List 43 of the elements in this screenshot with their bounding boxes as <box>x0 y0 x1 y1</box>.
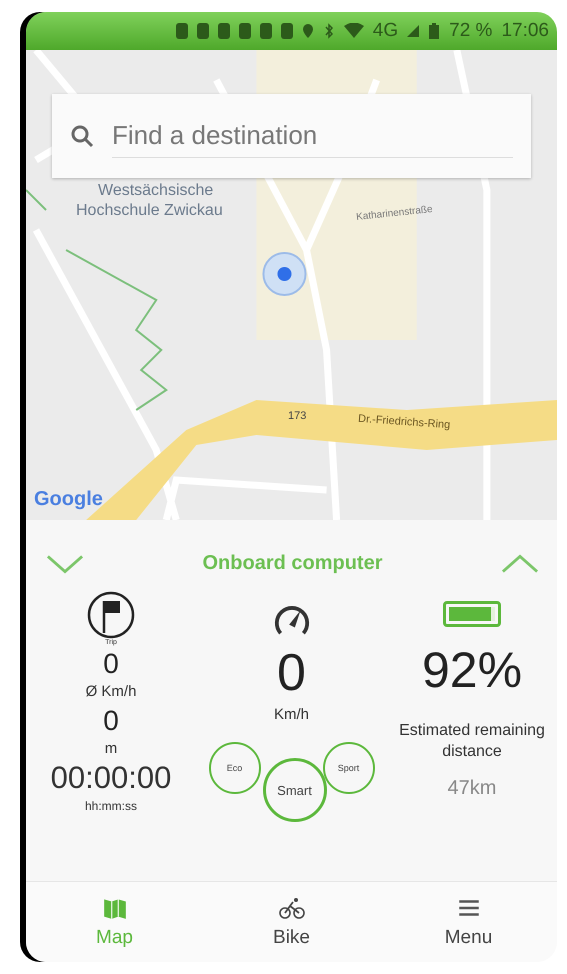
chevron-up-icon[interactable] <box>500 554 539 574</box>
map-label: Katharinenstraße <box>356 204 434 223</box>
network-type: 4G <box>372 20 398 42</box>
notification-icon <box>196 23 209 39</box>
riding-mode-button[interactable]: Smart <box>262 758 326 822</box>
notification-icon <box>218 23 230 39</box>
nav-tab[interactable]: Bike <box>203 882 380 962</box>
map-label: 173 <box>288 410 306 422</box>
search-field[interactable]: Find a destination <box>112 114 513 158</box>
speed-value: 0 <box>277 643 306 703</box>
remaining-distance-label: Estimated remaining distance <box>398 721 546 762</box>
notification-icon <box>238 23 251 39</box>
bicycle-icon <box>278 895 306 921</box>
notification-icon <box>176 23 188 39</box>
average-speed-unit: Ø Km/h <box>86 683 136 700</box>
remaining-distance-value: 47km <box>448 776 496 800</box>
flag-icon <box>87 591 135 639</box>
map-label: Dr.-Friedrichs-Ring <box>358 412 451 432</box>
trip-time-unit: hh:mm:ss <box>84 799 137 813</box>
signal-icon <box>407 23 420 39</box>
clock: 17:06 <box>501 20 549 42</box>
riding-mode-button[interactable]: Sport <box>322 742 374 794</box>
bluetooth-icon <box>322 23 335 39</box>
trip-time-value: 00:00:00 <box>50 760 172 796</box>
search-icon <box>70 124 94 148</box>
battery-value: 92% <box>422 641 522 699</box>
map-view[interactable]: Westsächsische Hochschule Zwickau Katharinenstraße 173 Dr.-Friedrichs-Ring Google Find a destination <box>26 50 557 520</box>
chevron-down-icon[interactable] <box>46 554 84 574</box>
nav-tab[interactable]: Menu <box>380 882 557 962</box>
map-attribution: Google <box>34 488 103 511</box>
search-bar[interactable]: Find a destination <box>52 94 531 178</box>
wifi-icon <box>344 23 364 39</box>
location-icon <box>302 23 314 39</box>
notification-icon <box>260 23 272 39</box>
riding-mode-button[interactable]: Eco <box>208 742 260 794</box>
battery-icon <box>428 23 440 39</box>
notification-icon <box>280 23 293 39</box>
battery-percentage: 72 % <box>449 20 492 42</box>
speed-unit: Km/h <box>274 706 309 723</box>
average-speed-value: 0 <box>103 648 119 680</box>
distance-value: 0 <box>103 705 119 737</box>
panel-title: Onboard computer <box>202 552 382 575</box>
distance-unit: m <box>104 740 118 757</box>
